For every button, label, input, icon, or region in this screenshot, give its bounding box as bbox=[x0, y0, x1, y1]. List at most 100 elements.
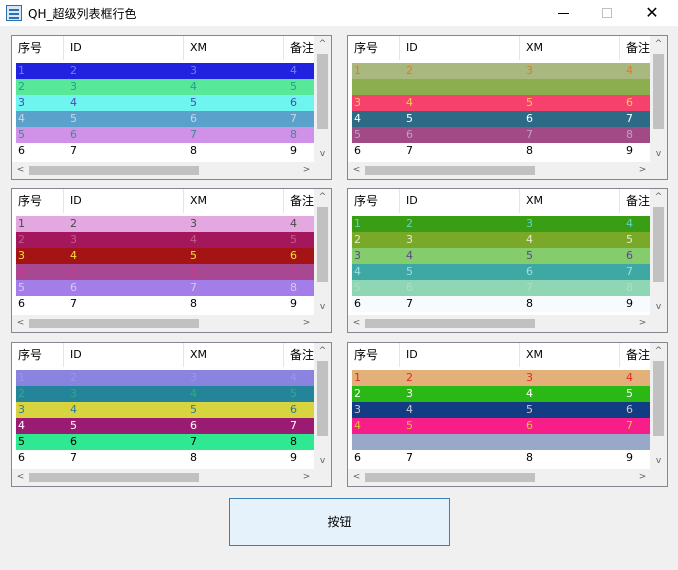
scroll-right-icon[interactable]: > bbox=[298, 469, 315, 486]
list-view-3[interactable]: 序号 ID XM 备注 1 2 3 4 2 3 4 5 3 4 5 6 4 5 6 7 5 6 7 8 6 7 8 9 ^ v < > bbox=[11, 188, 332, 333]
scroll-thumb[interactable] bbox=[653, 54, 664, 129]
list-row[interactable]: 4567 bbox=[352, 111, 652, 127]
list-view-6[interactable]: 序号 ID XM 备注 1 2 3 4 2 3 4 5 3 4 5 6 4 5 6 7 6 7 8 9 ^ v < > bbox=[347, 342, 668, 487]
scroll-down-icon[interactable]: v bbox=[314, 146, 331, 163]
scroll-thumb[interactable] bbox=[317, 54, 328, 129]
horizontal-scrollbar[interactable]: < > bbox=[12, 469, 331, 486]
vertical-scrollbar[interactable]: ^ v bbox=[650, 343, 667, 470]
list-row[interactable]: 3456 bbox=[352, 95, 652, 111]
horizontal-scrollbar[interactable]: < > bbox=[12, 162, 331, 179]
scroll-down-icon[interactable]: v bbox=[314, 453, 331, 470]
column-header[interactable]: 序号 bbox=[12, 343, 64, 367]
column-header[interactable]: ID bbox=[64, 36, 184, 60]
list-row[interactable]: 4567 bbox=[16, 111, 316, 127]
scroll-down-icon[interactable]: v bbox=[650, 453, 667, 470]
scroll-down-icon[interactable]: v bbox=[314, 299, 331, 316]
scroll-left-icon[interactable]: < bbox=[12, 162, 29, 179]
column-header[interactable]: ID bbox=[400, 189, 520, 213]
column-header[interactable]: XM bbox=[520, 343, 620, 367]
close-button[interactable]: ✕ bbox=[629, 0, 675, 26]
horizontal-scrollbar[interactable]: < > bbox=[12, 315, 331, 332]
vertical-scrollbar[interactable]: ^ v bbox=[650, 189, 667, 316]
list-row[interactable]: 6789 bbox=[352, 296, 652, 312]
column-header[interactable]: ID bbox=[64, 343, 184, 367]
scroll-left-icon[interactable]: < bbox=[12, 469, 29, 486]
scroll-up-icon[interactable]: ^ bbox=[650, 189, 667, 206]
scroll-thumb[interactable] bbox=[653, 207, 664, 282]
scroll-up-icon[interactable]: ^ bbox=[650, 343, 667, 360]
list-view-2[interactable]: 序号 ID XM 备注 1 2 3 4 3 4 5 6 4 5 6 7 5 6 7 8 6 7 8 9 ^ v < > bbox=[347, 35, 668, 180]
list-row[interactable]: 2345 bbox=[16, 79, 316, 95]
scroll-up-icon[interactable]: ^ bbox=[314, 343, 331, 360]
list-row[interactable]: 3456 bbox=[16, 95, 316, 111]
list-view-5[interactable]: 序号 ID XM 备注 1 2 3 4 2 3 4 5 3 4 5 6 4 5 6 7 5 6 7 8 6 7 8 9 ^ v < > bbox=[11, 342, 332, 487]
column-header[interactable]: XM bbox=[184, 343, 284, 367]
list-row[interactable]: 2345 bbox=[16, 232, 316, 248]
scroll-up-icon[interactable]: ^ bbox=[650, 36, 667, 53]
vertical-scrollbar[interactable]: ^ v bbox=[314, 36, 331, 163]
scroll-left-icon[interactable]: < bbox=[348, 162, 365, 179]
column-header[interactable]: XM bbox=[184, 36, 284, 60]
column-header[interactable]: XM bbox=[520, 36, 620, 60]
minimize-button[interactable] bbox=[540, 0, 586, 26]
scroll-thumb[interactable] bbox=[365, 166, 535, 175]
horizontal-scrollbar[interactable]: < > bbox=[348, 315, 667, 332]
list-row[interactable]: 1234 bbox=[16, 370, 316, 386]
list-row[interactable]: 1234 bbox=[16, 216, 316, 232]
vertical-scrollbar[interactable]: ^ v bbox=[650, 36, 667, 163]
column-header[interactable]: 序号 bbox=[348, 343, 400, 367]
column-header[interactable]: 序号 bbox=[348, 36, 400, 60]
list-row[interactable]: 6789 bbox=[352, 143, 652, 159]
list-row[interactable]: 4567 bbox=[16, 418, 316, 434]
list-row[interactable]: 2345 bbox=[16, 386, 316, 402]
scroll-right-icon[interactable]: > bbox=[298, 162, 315, 179]
scroll-left-icon[interactable]: < bbox=[348, 469, 365, 486]
scroll-left-icon[interactable]: < bbox=[12, 315, 29, 332]
column-header[interactable]: 序号 bbox=[348, 189, 400, 213]
list-row[interactable]: 3456 bbox=[352, 402, 652, 418]
scroll-down-icon[interactable]: v bbox=[650, 146, 667, 163]
scroll-thumb[interactable] bbox=[653, 361, 664, 436]
vertical-scrollbar[interactable]: ^ v bbox=[314, 189, 331, 316]
list-row[interactable]: 5678 bbox=[16, 280, 316, 296]
vertical-scrollbar[interactable]: ^ v bbox=[314, 343, 331, 470]
column-header[interactable]: 序号 bbox=[12, 189, 64, 213]
list-row[interactable]: 4567 bbox=[352, 264, 652, 280]
scroll-down-icon[interactable]: v bbox=[650, 299, 667, 316]
list-row[interactable]: 6789 bbox=[16, 143, 316, 159]
column-header[interactable]: ID bbox=[400, 343, 520, 367]
list-row[interactable]: 1234 bbox=[16, 63, 316, 79]
maximize-button[interactable] bbox=[584, 0, 630, 26]
scroll-thumb[interactable] bbox=[365, 473, 535, 482]
scroll-thumb[interactable] bbox=[29, 473, 199, 482]
list-row[interactable]: 4567 bbox=[352, 418, 652, 434]
list-view-1[interactable]: 序号 ID XM 备注 1 2 3 4 2 3 4 5 3 4 5 6 4 5 6 7 5 6 7 8 6 7 8 9 ^ v < > bbox=[11, 35, 332, 180]
column-header[interactable]: XM bbox=[520, 189, 620, 213]
column-header[interactable]: ID bbox=[400, 36, 520, 60]
scroll-up-icon[interactable]: ^ bbox=[314, 189, 331, 206]
list-row[interactable]: 6789 bbox=[16, 296, 316, 312]
column-header[interactable]: ID bbox=[64, 189, 184, 213]
list-row[interactable]: 5678 bbox=[16, 127, 316, 143]
scroll-thumb[interactable] bbox=[29, 319, 199, 328]
list-row[interactable]: 5678 bbox=[16, 434, 316, 450]
main-button[interactable]: 按钮 bbox=[229, 498, 450, 546]
list-row[interactable]: 5678 bbox=[352, 280, 652, 296]
scroll-thumb[interactable] bbox=[365, 319, 535, 328]
list-row[interactable] bbox=[352, 79, 652, 95]
scroll-up-icon[interactable]: ^ bbox=[314, 36, 331, 53]
list-row[interactable]: 5678 bbox=[352, 127, 652, 143]
list-row[interactable]: 3456 bbox=[352, 248, 652, 264]
horizontal-scrollbar[interactable]: < > bbox=[348, 469, 667, 486]
list-row[interactable]: 6789 bbox=[352, 450, 652, 466]
column-header[interactable]: 序号 bbox=[12, 36, 64, 60]
scroll-thumb[interactable] bbox=[317, 207, 328, 282]
list-view-4[interactable]: 序号 ID XM 备注 1 2 3 4 2 3 4 5 3 4 5 6 4 5 6 7 5 6 7 8 6 7 8 9 ^ v < > bbox=[347, 188, 668, 333]
scroll-left-icon[interactable]: < bbox=[348, 315, 365, 332]
list-row[interactable] bbox=[352, 434, 652, 450]
list-row[interactable]: 2345 bbox=[352, 386, 652, 402]
list-row[interactable]: 4567 bbox=[16, 264, 316, 280]
list-row[interactable]: 3456 bbox=[16, 248, 316, 264]
column-header[interactable]: XM bbox=[184, 189, 284, 213]
scroll-right-icon[interactable]: > bbox=[634, 162, 651, 179]
